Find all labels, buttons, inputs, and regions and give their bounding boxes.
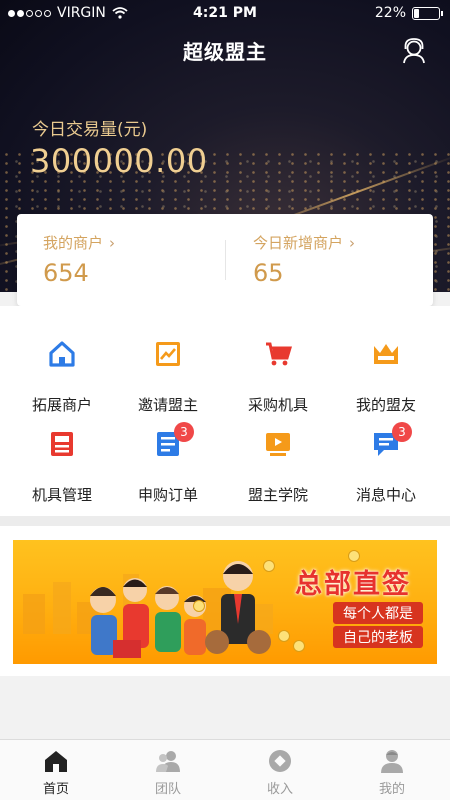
banner-title: 总部直签 — [295, 569, 411, 600]
grid-item-expand-merchants[interactable]: 拓展商户 — [6, 330, 118, 414]
grid-item-message-center[interactable]: 3 消息中心 — [330, 420, 442, 504]
home-icon — [45, 751, 67, 772]
merchant-stats-card: 我的商户 › 654 今日新增商户 › 65 — [17, 214, 433, 306]
coin-decoration — [278, 630, 290, 642]
notification-badge: 3 — [392, 422, 412, 442]
grid-item-my-allies[interactable]: 我的盟友 — [330, 330, 442, 414]
tab-income[interactable]: 收入 — [224, 740, 336, 800]
new-merchants-label: 今日新增商户 — [253, 234, 344, 252]
status-bar: VIRGIN 4:21 PM 22% — [0, 0, 450, 26]
profile-icon — [381, 750, 403, 773]
coin-decoration — [263, 560, 275, 572]
tab-label: 团队 — [154, 782, 181, 797]
battery-icon — [412, 6, 443, 20]
coin-decoration — [293, 640, 305, 652]
crown-icon — [374, 344, 398, 364]
team-icon — [156, 751, 180, 772]
banner-section: 总部直签 每个人都是 自己的老板 — [0, 526, 450, 676]
tab-label: 首页 — [42, 782, 69, 797]
tab-profile[interactable]: 我的 — [336, 740, 448, 800]
tab-home[interactable]: 首页 — [0, 740, 112, 800]
grid-item-label: 我的盟友 — [355, 396, 416, 414]
grid-item-label: 拓展商户 — [31, 396, 92, 414]
tab-label: 我的 — [378, 782, 405, 797]
coin-decoration — [348, 550, 360, 562]
notification-badge: 3 — [174, 422, 194, 442]
cartoon-people-illustration — [90, 578, 206, 658]
divider — [225, 240, 226, 280]
bottom-tab-bar: 首页 团队 收入 我的 — [0, 739, 450, 800]
grid-item-leader-academy[interactable]: 盟主学院 — [222, 420, 334, 504]
new-merchants-value: 65 — [253, 259, 284, 287]
device-icon — [51, 432, 73, 456]
grid-item-label: 采购机具 — [247, 396, 308, 414]
page-title: 超级盟主 — [183, 40, 267, 64]
battery-level — [414, 8, 419, 18]
grid-item-label: 消息中心 — [355, 486, 416, 504]
grid-item-label: 邀请盟主 — [137, 396, 198, 414]
video-icon — [266, 433, 290, 456]
grid-item-purchase-devices[interactable]: 采购机具 — [222, 330, 334, 414]
banner-subtitle: 每个人都是 — [333, 602, 423, 624]
grid-item-label: 申购订单 — [137, 486, 198, 504]
grid-item-device-management[interactable]: 机具管理 — [6, 420, 118, 504]
battery-percent: 22% — [374, 5, 406, 21]
grid-item-label: 盟主学院 — [247, 486, 308, 504]
chevron-right-icon: › — [349, 233, 356, 252]
coin-decoration — [193, 600, 205, 612]
trend-icon — [156, 342, 180, 366]
house-icon — [49, 341, 75, 367]
chevron-right-icon: › — [109, 233, 116, 252]
tab-team[interactable]: 团队 — [112, 740, 224, 800]
my-merchants-stat[interactable]: 我的商户 › 654 — [43, 232, 116, 288]
new-merchants-stat[interactable]: 今日新增商户 › 65 — [253, 232, 356, 288]
feature-grid: 拓展商户 邀请盟主 采购机具 我的盟友 机具管理 3 申购订单 盟主学院 3 消… — [0, 306, 450, 516]
banner-subtitle: 自己的老板 — [333, 626, 423, 648]
grid-item-label: 机具管理 — [31, 486, 92, 504]
my-merchants-value: 654 — [43, 259, 89, 287]
income-icon — [269, 750, 291, 772]
my-merchants-label: 我的商户 — [43, 234, 104, 252]
businessman-illustration — [205, 561, 271, 654]
customer-service-icon[interactable] — [400, 36, 428, 64]
empty-area — [0, 676, 450, 739]
grid-item-invite-leader[interactable]: 邀请盟主 — [112, 330, 224, 414]
cart-icon — [266, 342, 292, 366]
transaction-volume-label: 今日交易量(元) — [32, 120, 148, 140]
grid-item-purchase-orders[interactable]: 3 申购订单 — [112, 420, 224, 504]
tab-label: 收入 — [266, 782, 293, 797]
transaction-volume-value: 300000.00 — [30, 142, 208, 180]
promo-banner[interactable]: 总部直签 每个人都是 自己的老板 — [13, 540, 437, 664]
section-divider — [0, 516, 450, 526]
